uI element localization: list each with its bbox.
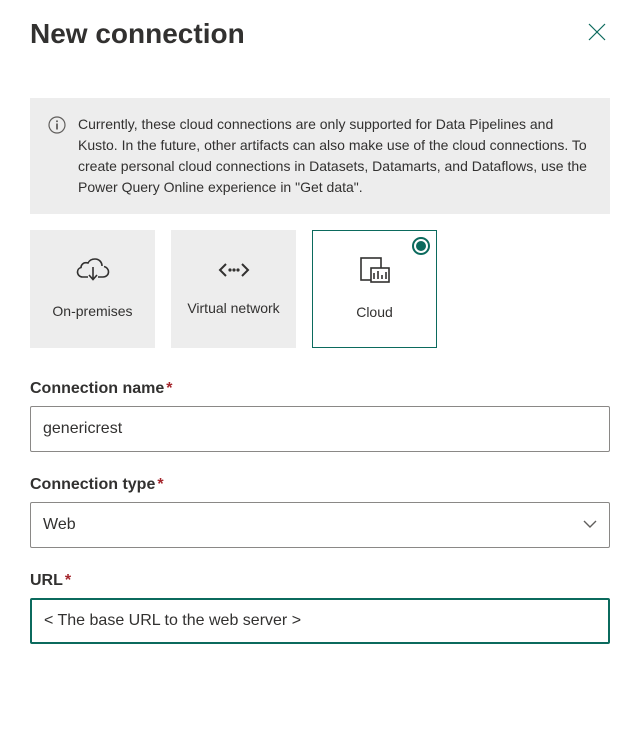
panel-header: New connection [30, 18, 610, 50]
select-value: Web [43, 516, 76, 534]
connection-kind-tiles: On-premises Virtual network [30, 230, 610, 348]
chevron-down-icon [583, 516, 597, 534]
info-banner: Currently, these cloud connections are o… [30, 98, 610, 214]
connection-name-input[interactable] [30, 406, 610, 452]
url-input[interactable] [30, 598, 610, 644]
selected-radio-icon [412, 237, 430, 255]
field-label-text: Connection type [30, 476, 155, 493]
fabric-icon [359, 256, 391, 289]
close-icon [588, 23, 606, 41]
info-icon [48, 116, 66, 198]
connection-type-select[interactable]: Web [30, 502, 610, 548]
network-icon [217, 260, 251, 285]
field-label-text: Connection name [30, 380, 164, 397]
info-text: Currently, these cloud connections are o… [78, 114, 592, 198]
new-connection-panel: New connection Currently, these cloud co… [0, 0, 640, 698]
close-button[interactable] [584, 19, 610, 49]
tile-virtual-network[interactable]: Virtual network [171, 230, 296, 348]
tile-label: On-premises [52, 302, 132, 320]
required-asterisk: * [166, 380, 172, 397]
cloud-download-icon [76, 257, 110, 288]
connection-name-label: Connection name* [30, 380, 610, 398]
tile-cloud[interactable]: Cloud [312, 230, 437, 348]
tile-on-premises[interactable]: On-premises [30, 230, 155, 348]
required-asterisk: * [65, 572, 71, 589]
tile-label: Virtual network [187, 299, 279, 317]
tile-label: Cloud [356, 303, 393, 321]
page-title: New connection [30, 18, 245, 50]
field-label-text: URL [30, 572, 63, 589]
connection-type-label: Connection type* [30, 476, 610, 494]
url-label: URL* [30, 572, 610, 590]
required-asterisk: * [157, 476, 163, 493]
